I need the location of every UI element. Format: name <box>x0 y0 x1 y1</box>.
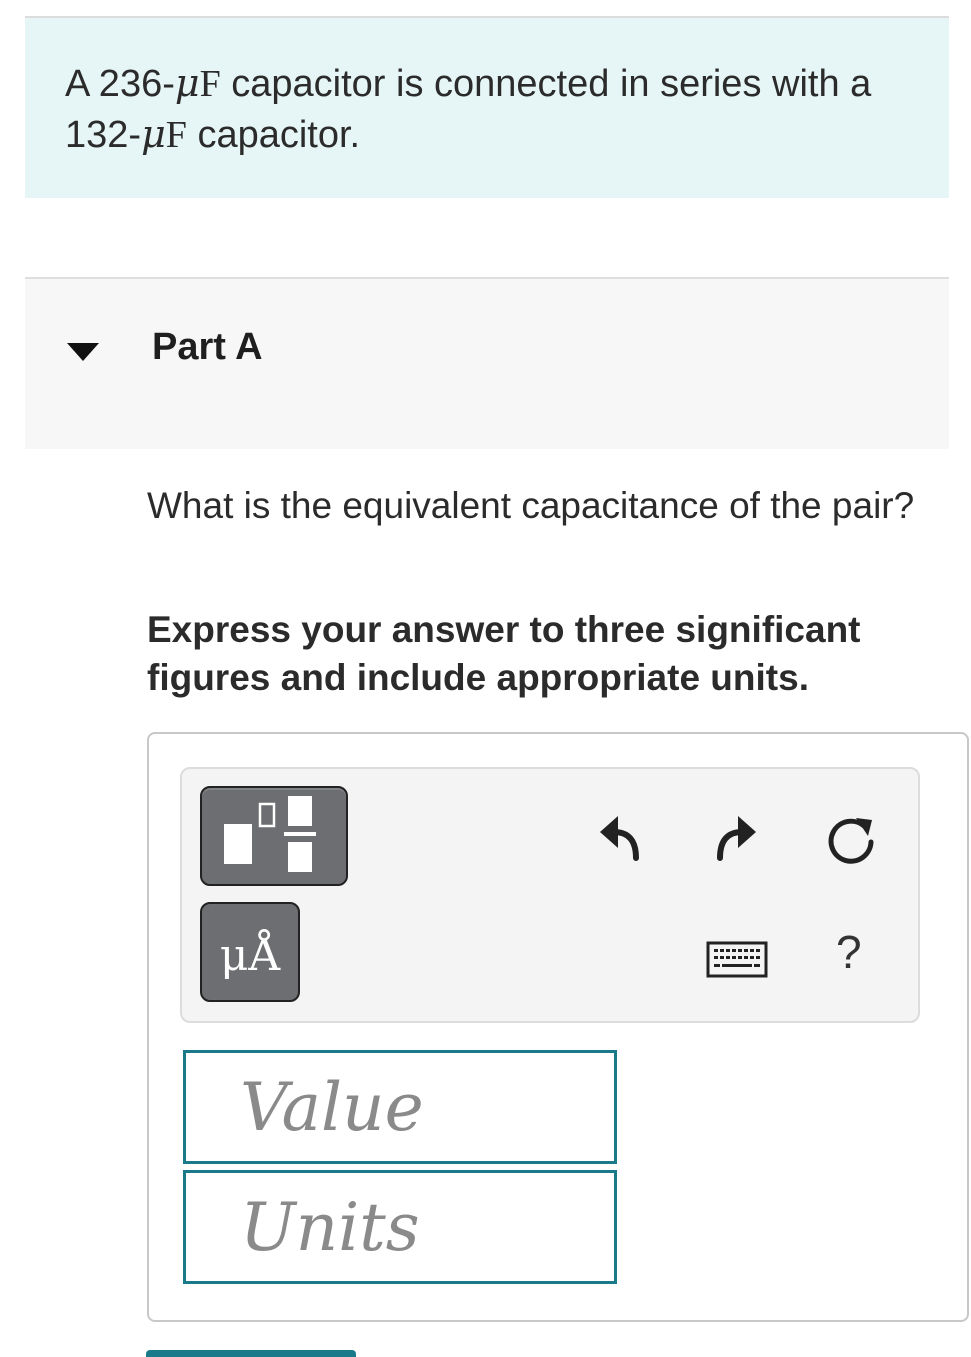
caret-down-icon[interactable] <box>65 339 101 369</box>
undo-icon[interactable] <box>596 810 644 862</box>
answer-instruction: Express your answer to three significant… <box>147 609 861 698</box>
units-input[interactable] <box>183 1170 617 1284</box>
problem-intro: A 236-μF capacitor is connected in serie… <box>25 18 949 198</box>
help-button[interactable]: ? <box>836 925 862 979</box>
part-a-header[interactable]: Part A <box>25 277 949 449</box>
template-button[interactable] <box>200 786 348 886</box>
units-button[interactable]: μÅ <box>200 902 300 1002</box>
reset-icon[interactable] <box>824 812 878 866</box>
keyboard-icon[interactable] <box>706 940 768 980</box>
value-input[interactable] <box>183 1050 617 1164</box>
problem-statement: A 236-μF capacitor is connected in serie… <box>65 61 872 156</box>
question-text: What is the equivalent capacitance of th… <box>147 485 915 526</box>
submit-button[interactable] <box>146 1350 356 1357</box>
redo-icon[interactable] <box>712 810 760 862</box>
part-title: Part A <box>152 326 263 368</box>
fraction-template-icon <box>224 796 316 872</box>
